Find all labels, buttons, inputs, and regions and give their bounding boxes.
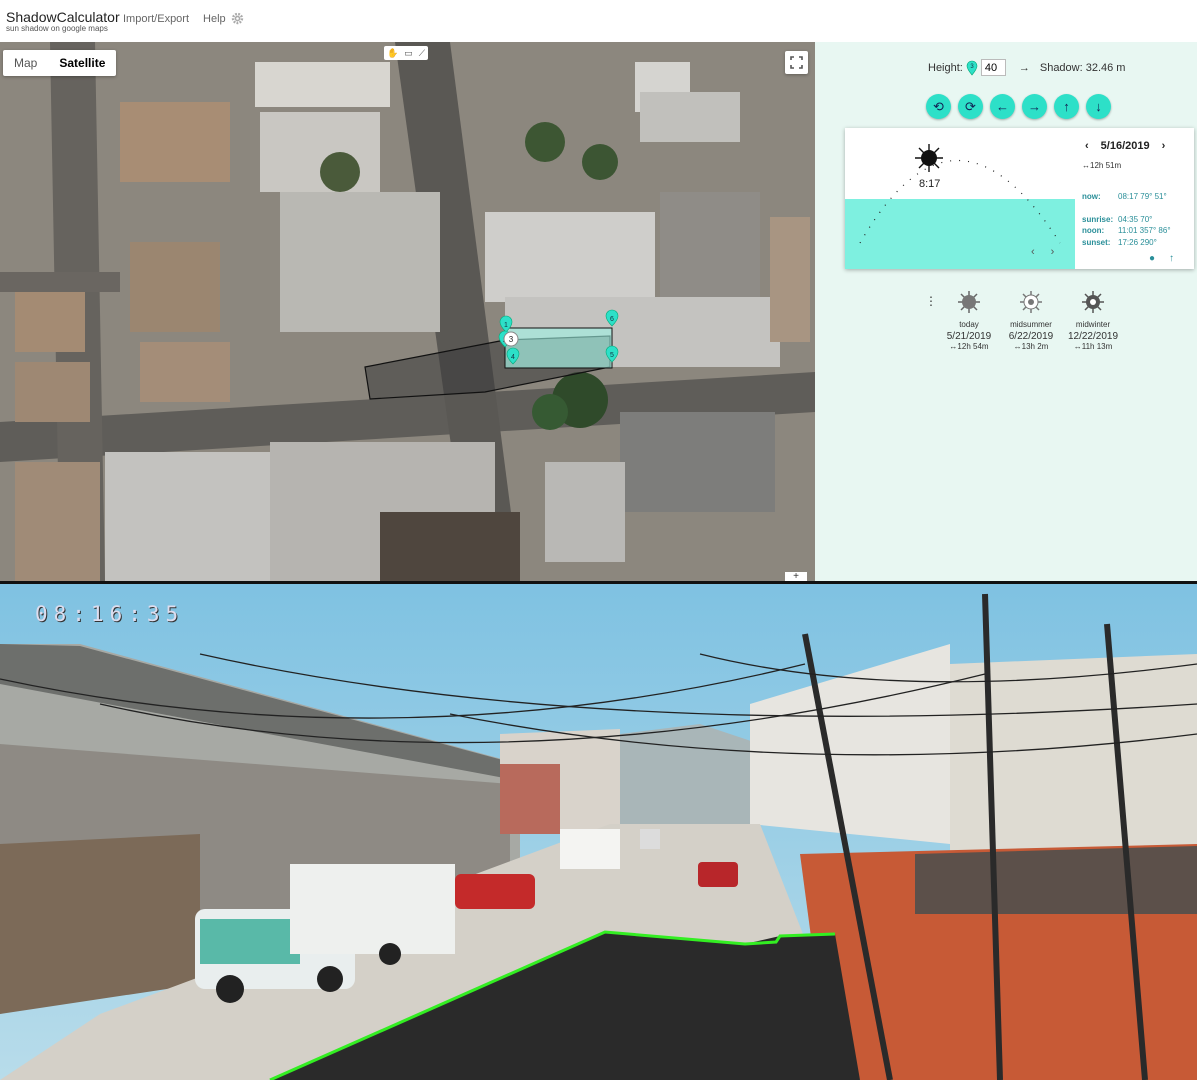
now-value: 08:17 79° 51° (1118, 192, 1167, 201)
svg-text:6: 6 (610, 316, 614, 323)
street-scene (0, 584, 1197, 1080)
marker-pin-icon: 3 (966, 60, 978, 75)
sun-icon[interactable] (915, 144, 943, 172)
drawing-tools: ✋ ▭ ⟋ (384, 46, 428, 60)
preset-date: 12/22/2019 (1067, 331, 1119, 342)
current-date[interactable]: 5/16/2019 (1101, 140, 1150, 152)
app-subtitle: sun shadow on google maps (6, 24, 108, 33)
preset-name: midwinter (1075, 320, 1111, 329)
height-label: Height: (928, 61, 963, 74)
move-right-button[interactable]: → (1022, 94, 1047, 119)
preset-midsummer[interactable]: midsummer 6/22/2019 ↔13h 2m (1000, 290, 1062, 351)
date-presets: today 5/21/2019 ↔12h 54m midsummer 6/22/… (938, 290, 1124, 351)
rectangle-icon[interactable]: ▭ (404, 48, 413, 59)
prev-date-icon[interactable]: ‹ (1085, 140, 1089, 152)
map-type-control: Map Satellite (3, 50, 117, 76)
sunset-label: sunset: (1082, 237, 1111, 247)
sunset-value: 17:26 290° (1118, 237, 1157, 247)
svg-text:5: 5 (610, 352, 614, 359)
top-bar: ShadowCalculator sun shadow on google ma… (0, 0, 1197, 42)
arrow-right-icon: → (1018, 61, 1030, 74)
sunrise-value: 04:35 70° (1118, 214, 1153, 224)
preset-midwinter[interactable]: midwinter 12/22/2019 ↔11h 13m (1062, 290, 1124, 351)
next-date-icon[interactable]: › (1162, 140, 1166, 152)
sun-card: 8:17 ‹ 5/16/2019 › ↔12h 51m now: 08:17 79… (845, 128, 1194, 269)
rotate-ccw-button[interactable]: ⟲ (926, 94, 951, 119)
cctv-frame: 08:16:35 (0, 584, 1197, 1080)
top-nav: Import/Export Help (123, 13, 226, 25)
arrow-right-icon: → (1028, 99, 1041, 114)
day-length: ↔12h 51m (1082, 161, 1122, 170)
sun-icon (1020, 291, 1042, 313)
card-icons: ● ↑ (1149, 253, 1174, 264)
sun-info: now: 08:17 79° 51° sunrise: 04:35 70° noon… (1082, 191, 1171, 249)
date-navigator: ‹ 5/16/2019 › (1085, 140, 1165, 152)
help-link[interactable]: Help (203, 13, 226, 25)
svg-text:4: 4 (511, 354, 515, 361)
brand[interactable]: ShadowCalculator sun shadow on google ma… (6, 9, 120, 33)
satellite-imagery: 1 2 3 4 5 6 (0, 42, 815, 582)
arrow-down-icon: ↓ (1095, 99, 1102, 114)
move-left-button[interactable]: ← (990, 94, 1015, 119)
compass-icon[interactable]: ● (1149, 253, 1155, 264)
rotate-cw-icon: ⟳ (965, 98, 976, 114)
fullscreen-icon (790, 56, 803, 69)
app-title: ShadowCalculator (6, 9, 120, 25)
preset-today[interactable]: today 5/21/2019 ↔12h 54m (938, 290, 1000, 351)
arrow-up-icon: ↑ (1063, 99, 1070, 114)
move-up-button[interactable]: ↑ (1054, 94, 1079, 119)
import-export-link[interactable]: Import/Export (123, 13, 189, 25)
svg-text:1: 1 (504, 322, 508, 329)
preset-name: midsummer (1010, 320, 1052, 329)
now-label: now: (1082, 192, 1101, 201)
preset-length: ↔11h 13m (1073, 342, 1113, 351)
map-marker[interactable]: 3 (503, 331, 519, 347)
rotate-cw-button[interactable]: ⟳ (958, 94, 983, 119)
sun-icon (1082, 291, 1104, 313)
map-type-satellite-button[interactable]: Satellite (48, 50, 116, 76)
transform-controls: ⟲ ⟳ ← → ↑ ↓ (926, 94, 1111, 119)
satellite-map[interactable]: 1 2 3 4 5 6 Map Satellite ✋ ▭ ⟋ (0, 42, 815, 582)
time-arrows: ‹ › (1031, 246, 1054, 258)
map-type-map-button[interactable]: Map (3, 50, 48, 76)
time-back-icon[interactable]: ‹ (1031, 246, 1035, 258)
arrow-left-icon: ← (996, 99, 1009, 114)
more-options-icon[interactable]: ⋮ (925, 294, 937, 308)
shadow-length: Shadow: 32.46 m (1039, 61, 1126, 74)
shadow-panel: Height: 3 → Shadow: 32.46 m ⟲ ⟳ ← → ↑ ↓ (815, 42, 1197, 582)
preset-length: ↔12h 54m (949, 342, 989, 351)
preset-name: today (959, 320, 979, 329)
hand-icon[interactable]: ✋ (387, 48, 398, 59)
cctv-timestamp: 08:16:35 (35, 602, 185, 626)
north-arrow-icon[interactable]: ↑ (1169, 253, 1174, 264)
height-input[interactable] (980, 59, 1006, 76)
move-down-button[interactable]: ↓ (1086, 94, 1111, 119)
preset-date: 6/22/2019 (1008, 331, 1054, 342)
preset-date: 5/21/2019 (946, 331, 992, 342)
polygon-icon[interactable]: ⟋ (419, 48, 425, 59)
sun-time: 8:17 (919, 178, 941, 190)
fullscreen-button[interactable] (785, 51, 808, 74)
gear-icon[interactable] (231, 12, 244, 25)
time-forward-icon[interactable]: › (1051, 246, 1055, 258)
sun-icon (958, 291, 980, 313)
noon-value: 11:01 357° 86° (1118, 226, 1171, 235)
rotate-ccw-icon: ⟲ (933, 98, 944, 114)
height-row: Height: 3 → Shadow: 32.46 m (928, 59, 1125, 76)
preset-length: ↔13h 2m (1013, 342, 1049, 351)
svg-text:3: 3 (509, 335, 514, 344)
